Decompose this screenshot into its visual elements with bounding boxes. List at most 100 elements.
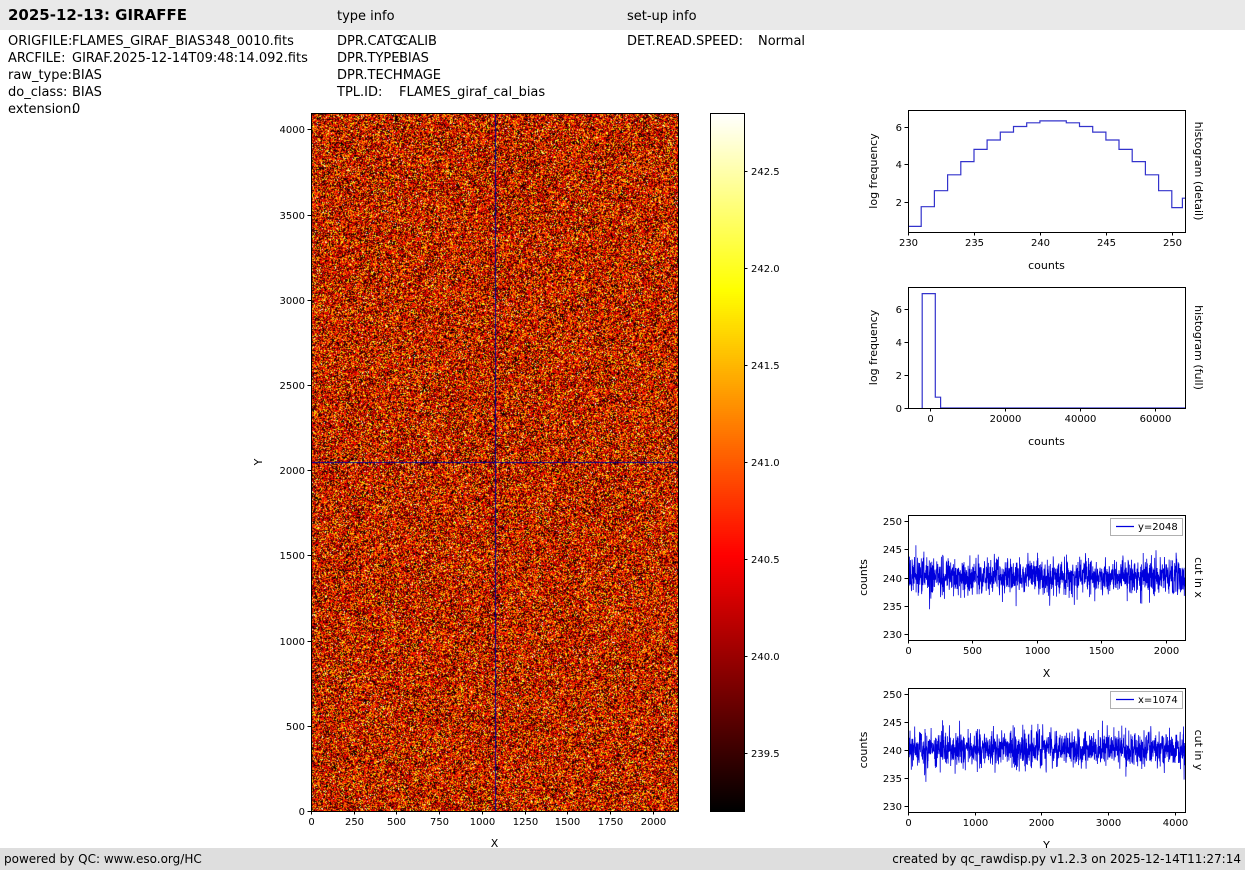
field-label: DPR.TYPE: [337, 51, 404, 66]
svg-text:500: 500 [963, 646, 982, 657]
svg-text:6: 6 [896, 123, 902, 134]
svg-text:235: 235 [883, 602, 902, 613]
svg-text:1750: 1750 [598, 817, 623, 828]
svg-text:y=2048: y=2048 [1138, 522, 1178, 533]
svg-text:1250: 1250 [513, 817, 538, 828]
setup-info-heading: set-up info [627, 9, 697, 24]
svg-text:240: 240 [883, 746, 902, 757]
svg-text:241.5: 241.5 [751, 361, 780, 372]
histogram-detail-plot: 230 235 240 245 250 2 4 6 counts log frequency his… [867, 110, 1205, 272]
colorbar: 239.5 240.0 240.5 241.0 241.5 242.0 242.5 [700, 100, 810, 830]
svg-text:239.5: 239.5 [751, 749, 780, 760]
svg-text:1000: 1000 [470, 817, 495, 828]
svg-text:245: 245 [883, 545, 902, 556]
svg-text:3500: 3500 [280, 211, 305, 222]
svg-text:0: 0 [299, 807, 305, 818]
qc-report-page: 2025-12-13: GIRAFFE type info set-up inf… [0, 0, 1245, 870]
field-value: 0 [72, 102, 81, 117]
histogram-detail-chart: 230 235 240 245 250 2 4 6 counts log frequency his… [850, 95, 1245, 280]
svg-text:245: 245 [883, 718, 902, 729]
svg-text:0: 0 [896, 404, 902, 415]
cut-in-y-chart: 0 1000 2000 3000 4000 230 235 240 245 250 Ycounts c… [850, 673, 1245, 865]
bias-image-chart: 0 250 500 750 1000 1250 1500 1750 2000 0 500 1000 15… [240, 100, 725, 858]
svg-text:230: 230 [899, 238, 918, 249]
svg-text:3000: 3000 [1096, 818, 1121, 829]
svg-text:1500: 1500 [280, 551, 305, 562]
svg-text:500: 500 [387, 817, 406, 828]
colorbar-axes: 239.5 240.0 240.5 241.0 241.5 242.0 242.5 [710, 113, 780, 812]
svg-text:2500: 2500 [280, 381, 305, 392]
setup-info-block: DET.READ.SPEED: Normal [627, 33, 805, 50]
svg-text:0: 0 [905, 646, 911, 657]
file-info-row: ARCFILE: GIRAF.2025-12-14T09:48:14.092.fi… [8, 50, 308, 67]
svg-text:Y: Y [252, 458, 265, 466]
svg-text:235: 235 [883, 774, 902, 785]
svg-text:cut in x: cut in x [1192, 557, 1205, 598]
field-label: ORIGFILE: [8, 34, 73, 49]
svg-text:log frequency: log frequency [867, 309, 880, 385]
svg-text:230: 230 [883, 630, 902, 641]
svg-text:4000: 4000 [1163, 818, 1188, 829]
svg-text:40000: 40000 [1065, 414, 1097, 425]
svg-text:2000: 2000 [1029, 818, 1054, 829]
field-label: DPR.TECH: [337, 68, 407, 83]
svg-text:x=1074: x=1074 [1138, 695, 1178, 706]
footer-left-text: powered by QC: www.eso.org/HC [4, 852, 202, 866]
bias-image-axes: 0 250 500 750 1000 1250 1500 1750 2000 0 500 1000 15… [252, 113, 679, 850]
svg-text:histogram (detail): histogram (detail) [1192, 122, 1205, 221]
svg-text:230: 230 [883, 802, 902, 813]
svg-text:500: 500 [286, 722, 305, 733]
svg-text:2: 2 [896, 198, 902, 209]
histogram-full-plot: 0 20000 40000 60000 0 2 4 6 counts log frequency h… [867, 287, 1205, 448]
svg-text:2000: 2000 [641, 817, 666, 828]
type-info-row: DPR.TECH:IMAGE [337, 67, 545, 84]
svg-text:counts: counts [1028, 435, 1065, 448]
field-label: DPR.CATG: [337, 34, 407, 49]
svg-text:250: 250 [1163, 238, 1182, 249]
svg-text:2: 2 [896, 371, 902, 382]
field-label: extension: [8, 102, 76, 117]
svg-text:2000: 2000 [1154, 646, 1179, 657]
svg-text:1500: 1500 [555, 817, 580, 828]
svg-text:250: 250 [883, 690, 902, 701]
svg-text:1000: 1000 [280, 637, 305, 648]
footer-right-text: created by qc_rawdisp.py v1.2.3 on 2025-… [892, 852, 1241, 866]
svg-text:241.0: 241.0 [751, 458, 780, 469]
svg-text:0: 0 [905, 818, 911, 829]
file-info-row: raw_type:BIAS [8, 67, 308, 84]
type-info-block: DPR.CATG:CALIB DPR.TYPE:BIAS DPR.TECH:IM… [337, 33, 545, 101]
svg-text:0: 0 [927, 414, 933, 425]
field-value: FLAMES_GIRAF_BIAS348_0010.fits [72, 34, 294, 49]
page-title: 2025-12-13: GIRAFFE [8, 6, 187, 24]
footer-bar: powered by QC: www.eso.org/HC created by… [0, 848, 1245, 870]
field-label: do_class: [8, 85, 68, 100]
svg-text:3000: 3000 [280, 296, 305, 307]
cut-in-x-chart: 0 500 1000 1500 2000 230 235 240 245 250 Xcounts cu… [850, 500, 1245, 685]
svg-text:counts: counts [857, 731, 870, 768]
setup-info-row: DET.READ.SPEED: Normal [627, 33, 805, 50]
field-value: Normal [758, 34, 806, 49]
field-value: FLAMES_giraf_cal_bias [399, 85, 546, 100]
svg-text:2000: 2000 [280, 466, 305, 477]
svg-text:1000: 1000 [963, 818, 988, 829]
field-value: IMAGE [399, 68, 442, 83]
field-value: BIAS [399, 51, 429, 66]
field-value: BIAS [72, 68, 102, 83]
svg-text:4000: 4000 [280, 125, 305, 136]
field-value: CALIB [399, 34, 437, 49]
svg-text:235: 235 [965, 238, 984, 249]
field-value: BIAS [72, 85, 102, 100]
svg-text:240.0: 240.0 [751, 652, 780, 663]
svg-text:counts: counts [857, 559, 870, 596]
type-info-row: DPR.TYPE:BIAS [337, 50, 545, 67]
svg-text:242.5: 242.5 [751, 167, 780, 178]
svg-text:1000: 1000 [1025, 646, 1050, 657]
svg-text:240.5: 240.5 [751, 555, 780, 566]
svg-text:0: 0 [308, 817, 314, 828]
svg-text:4: 4 [896, 338, 902, 349]
cut-in-x-plot: 0 500 1000 1500 2000230235240245250Xcounts cu… [857, 515, 1205, 680]
svg-text:242.0: 242.0 [751, 264, 780, 275]
svg-text:250: 250 [345, 817, 364, 828]
type-info-row: DPR.CATG:CALIB [337, 33, 545, 50]
svg-text:750: 750 [430, 817, 449, 828]
